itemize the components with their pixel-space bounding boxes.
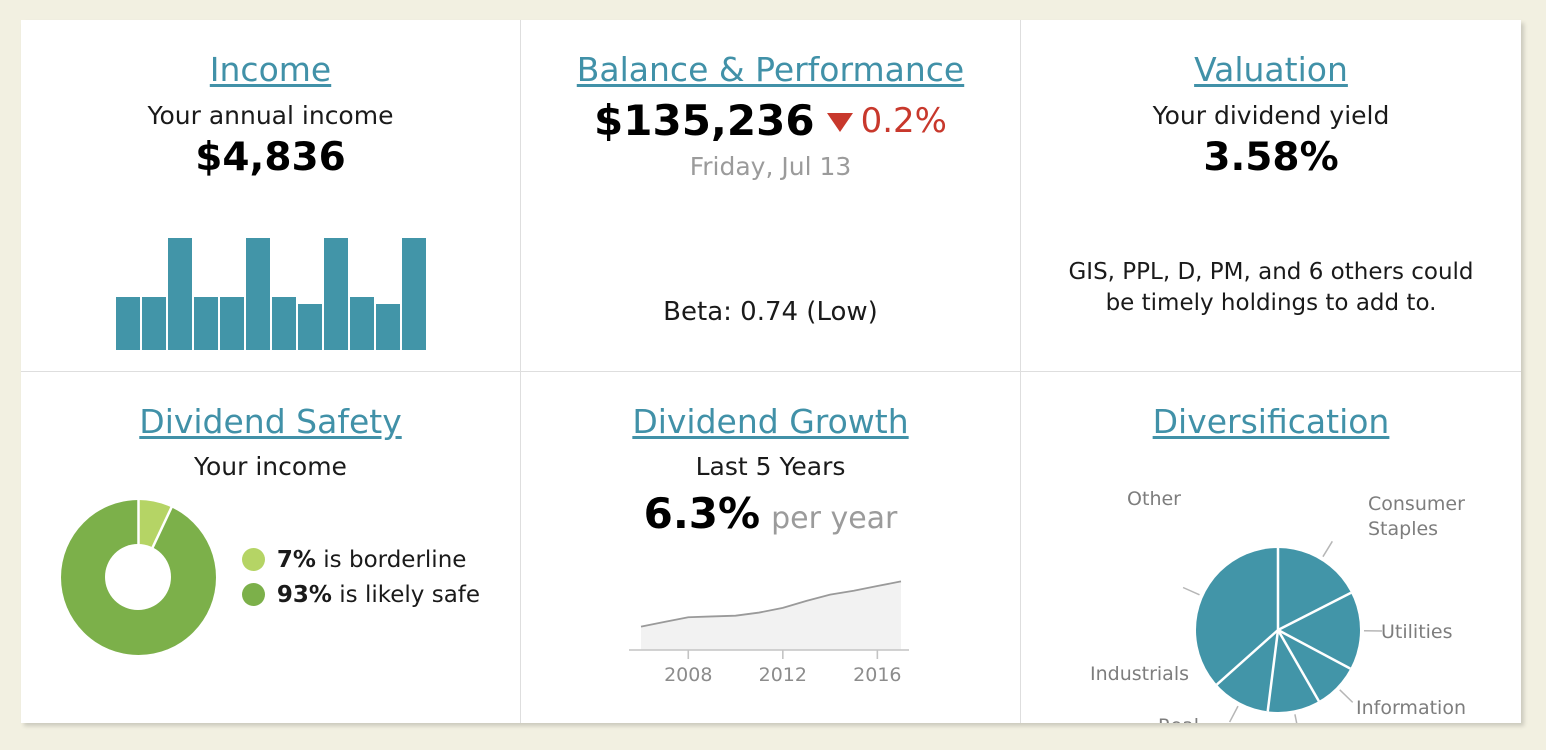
balance-change-pct: 0.2% <box>860 100 947 141</box>
income-bar-chart <box>21 230 520 350</box>
dividend-growth-area-chart: 2008 2012 2016 <box>521 562 1020 696</box>
income-bar <box>141 296 166 350</box>
dividend-growth-rate-row: 6.3% per year <box>521 489 1020 538</box>
pie-label-information-technology: Information <box>1356 697 1466 719</box>
dividend-growth-subtitle: Last 5 Years <box>695 452 846 482</box>
valuation-subtitle: Your dividend yield <box>1152 100 1390 130</box>
pie-leader-line <box>1294 713 1298 723</box>
income-bar <box>193 296 218 350</box>
balance-amount: $135,236 <box>594 95 815 145</box>
growth-axis-tick-label: 2008 <box>664 664 712 686</box>
dividend-growth-rate: 6.3% <box>643 488 761 538</box>
income-bar <box>375 304 400 350</box>
income-bar <box>349 296 374 350</box>
down-arrow-icon <box>826 113 853 133</box>
income-bar <box>219 296 244 350</box>
income-bar <box>297 304 322 350</box>
beta-value: Beta: 0.74 (Low) <box>663 297 878 327</box>
legend-item-borderline: 7% is borderline <box>241 546 480 573</box>
panel-income: Income Your annual income $4,836 <box>21 20 521 372</box>
dividend-safety-chart-area: 7% is borderline 93% is likely safe <box>21 490 520 665</box>
legend-label-borderline: is borderline <box>323 546 467 573</box>
pie-leader-line <box>1182 586 1200 596</box>
dividend-yield-value: 3.58% <box>1203 135 1339 181</box>
pie-label-consumer-staples: Staples <box>1368 518 1438 540</box>
growth-axis-tick-label: 2012 <box>759 664 807 686</box>
growth-area-fill <box>641 580 901 650</box>
dividend-safety-subtitle: Your income <box>194 452 347 482</box>
income-subtitle: Your annual income <box>147 100 394 130</box>
pie-label-other: Other <box>1127 488 1181 510</box>
balance-date: Friday, Jul 13 <box>689 151 852 181</box>
panel-title-valuation[interactable]: Valuation <box>1021 52 1521 88</box>
legend-dot-borderline <box>241 548 265 571</box>
panel-title-income[interactable]: Income <box>21 52 520 88</box>
pie-label-information-technology: Technology <box>1355 722 1462 724</box>
valuation-note: GIS, PPL, D, PM, and 6 others could be t… <box>1068 259 1474 317</box>
dividend-safety-donut <box>60 499 216 655</box>
pie-label-industrials: Industrials <box>1090 663 1189 685</box>
panel-title-diversification[interactable]: Diversification <box>1021 404 1521 440</box>
income-amount: $4,836 <box>195 135 346 181</box>
pie-label-utilities: Utilities <box>1381 621 1453 643</box>
income-bar <box>401 237 426 350</box>
income-bar <box>271 296 296 350</box>
pie-leader-line <box>1339 688 1354 703</box>
panel-diversification: Diversification Consumer Staples Utilities… <box>1021 372 1521 724</box>
legend-pct-borderline: 7% <box>276 546 316 573</box>
panel-title-balance-performance[interactable]: Balance & Performance <box>521 52 1020 88</box>
dashboard-card: Income Your annual income $4,836 Balance… <box>21 20 1521 723</box>
legend-item-likely-safe: 93% is likely safe <box>241 581 481 608</box>
income-bar <box>115 296 140 350</box>
pie-label-real-estate: Real <box>1158 715 1199 724</box>
balance-change: 0.2% <box>826 100 947 141</box>
legend-dot-likely-safe <box>241 583 265 606</box>
income-bar <box>167 237 192 350</box>
income-bar <box>245 237 270 350</box>
dividend-growth-rate-suffix: per year <box>771 500 898 536</box>
growth-axis-tick-label: 2016 <box>853 664 901 686</box>
panel-dividend-safety: Dividend Safety Your income 7% is border… <box>21 371 521 723</box>
pie-label-consumer-staples: Consumer <box>1368 493 1465 515</box>
pie-leader-line <box>1228 705 1239 722</box>
income-bar <box>323 237 348 350</box>
panel-dividend-growth: Dividend Growth Last 5 Years 6.3% per ye… <box>521 371 1021 723</box>
panel-balance-performance: Balance & Performance $135,236 0.2% Frid… <box>521 20 1021 372</box>
panel-title-dividend-safety[interactable]: Dividend Safety <box>21 404 520 440</box>
pie-leader-line <box>1322 540 1333 557</box>
legend-label-likely-safe: is likely safe <box>339 581 481 608</box>
legend-pct-likely-safe: 93% <box>276 581 332 608</box>
panel-valuation: Valuation Your dividend yield 3.58% GIS,… <box>1021 20 1521 372</box>
balance-row: $135,236 0.2% <box>521 95 1020 145</box>
dividend-safety-legend: 7% is borderline 93% is likely safe <box>241 546 481 608</box>
panel-title-dividend-growth[interactable]: Dividend Growth <box>521 404 1020 440</box>
diversification-pie-chart: Consumer Staples Utilities Information Techn… <box>1021 452 1521 724</box>
